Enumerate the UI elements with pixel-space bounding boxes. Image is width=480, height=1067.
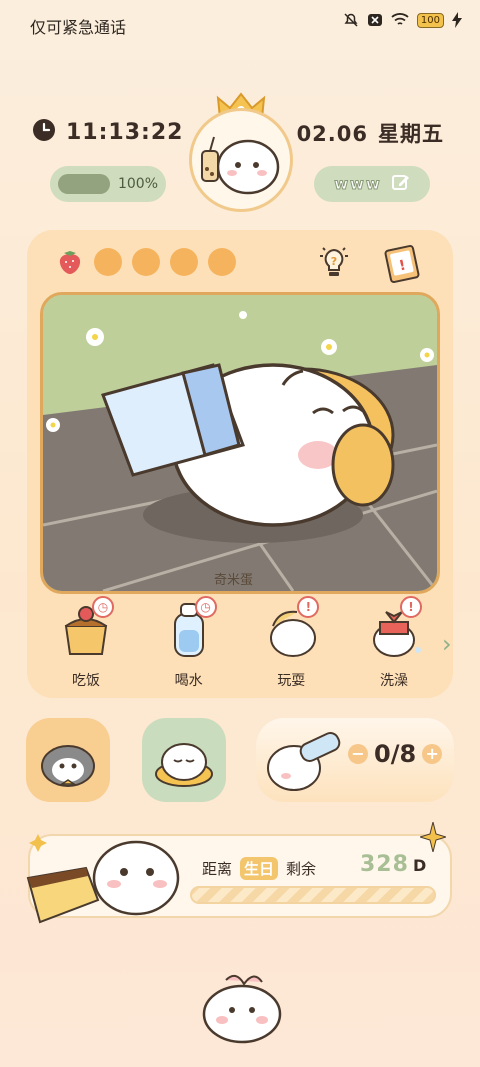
carrier-status-text: 仅可紧急通话: [30, 18, 127, 37]
pet-name-pill[interactable]: www: [314, 166, 430, 202]
action-row: ◷ 吃饭 ◷ 喝水 ! 玩耍 ! 洗澡: [40, 596, 440, 690]
water-counter: − 0/8 +: [348, 740, 443, 768]
birthday-prefix: 距离: [202, 860, 233, 878]
status-icons: 100: [343, 12, 462, 28]
task-note-icon[interactable]: !: [382, 240, 426, 284]
friend-pet-tile[interactable]: [26, 718, 110, 802]
fruit-row: [56, 248, 236, 276]
bath-gift-icon: !: [362, 596, 426, 660]
birthday-days-value: 328: [360, 852, 409, 877]
action-label: 吃饭: [72, 673, 100, 689]
pet-avatar[interactable]: [189, 108, 293, 212]
unicorn-toy-icon: !: [259, 596, 323, 660]
water-increment-button[interactable]: +: [422, 744, 443, 764]
strawberry-icon: [56, 248, 84, 276]
svg-text:?: ?: [331, 255, 337, 268]
energy-percent: 100%: [117, 176, 158, 192]
pudding-icon: ◷: [54, 596, 118, 660]
action-play-button[interactable]: ! 玩耍: [245, 596, 337, 690]
status-bar: 仅可紧急通话 100: [0, 0, 480, 48]
pet-cake-illustration: [26, 826, 186, 930]
current-weekday: 星期五: [378, 122, 444, 146]
current-time: 11:13:22: [66, 119, 184, 145]
birthday-progress-bar: [190, 886, 436, 904]
charging-icon: [452, 12, 462, 28]
sleeping-pet-tile[interactable]: [142, 718, 226, 802]
action-bath-button[interactable]: ! 洗澡: [348, 596, 440, 690]
chevron-right-icon[interactable]: ›: [442, 630, 452, 658]
scene-watermark: 奇米蛋: [214, 573, 254, 588]
orange-icon: [94, 248, 122, 276]
pet-name: www: [334, 175, 382, 194]
orange-icon: [208, 248, 236, 276]
water-count: 0/8: [374, 740, 417, 768]
clock-row: 11:13:22: [32, 118, 183, 146]
clock-badge-icon: ◷: [92, 596, 114, 618]
wifi-icon: [391, 12, 409, 28]
battery-indicator: 100: [416, 12, 444, 28]
date-row: 02.06 星期五: [297, 118, 444, 148]
action-drink-button[interactable]: ◷ 喝水: [143, 596, 235, 690]
orange-icon: [170, 248, 198, 276]
no-sim-icon: [367, 12, 383, 28]
pet-energy-pill: 100%: [50, 166, 166, 202]
pet-scene[interactable]: [40, 292, 440, 594]
edit-icon[interactable]: [391, 173, 410, 195]
energy-bar: [58, 174, 110, 194]
clock-icon: [32, 118, 56, 146]
birthday-days: 328 D: [360, 852, 427, 877]
clock-badge-icon: ◷: [194, 596, 217, 618]
current-date: 02.06: [296, 122, 368, 146]
action-feed-button[interactable]: ◷ 吃饭: [40, 596, 132, 690]
birthday-highlight: 生日: [240, 857, 279, 880]
alert-badge-icon: !: [399, 596, 422, 618]
orange-icon: [132, 248, 160, 276]
action-label: 洗澡: [379, 673, 408, 689]
action-label: 玩耍: [277, 673, 306, 689]
bottom-mascot[interactable]: [196, 966, 288, 1050]
energy-bar-fill: [58, 174, 110, 194]
action-label: 喝水: [174, 673, 203, 689]
lightbulb-hint-icon[interactable]: ?: [314, 242, 354, 282]
sparkle-icon: [418, 821, 448, 856]
water-decrement-button[interactable]: −: [348, 744, 368, 764]
birthday-suffix: 剩余: [286, 860, 317, 878]
birthday-label: 距离 生日 剩余: [202, 857, 316, 880]
water-bottle-icon: ◷: [157, 596, 221, 660]
mute-icon: [343, 12, 359, 28]
birthday-days-unit: D: [412, 856, 428, 875]
